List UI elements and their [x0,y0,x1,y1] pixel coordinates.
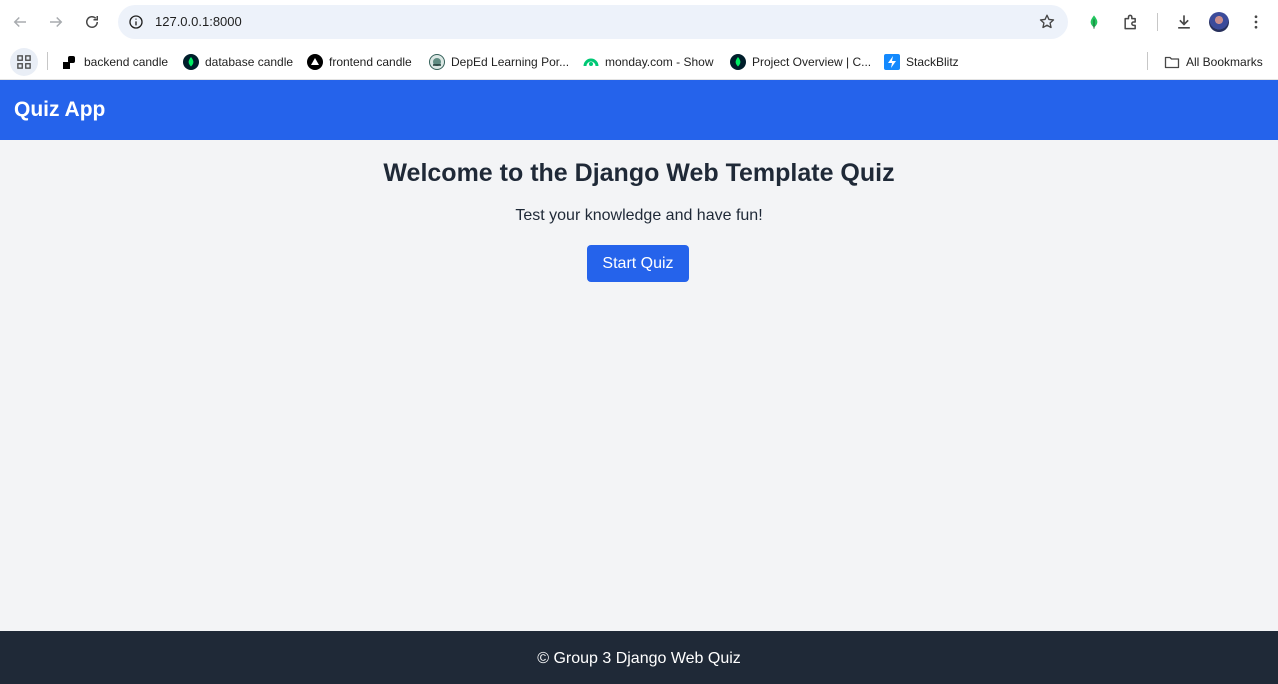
address-bar[interactable]: 127.0.0.1:8000 [118,5,1068,39]
app-header: Quiz App [0,80,1278,140]
bookmarks-bar: backend candle database candle frontend … [0,44,1278,80]
all-bookmarks-button[interactable]: All Bookmarks [1164,50,1263,74]
mongodb-extension-icon[interactable] [1083,11,1105,33]
arrow-left-icon [13,16,26,28]
bookmark-star-icon[interactable] [1038,13,1056,31]
forward-button[interactable] [42,8,70,36]
url-text[interactable]: 127.0.0.1:8000 [155,14,242,29]
bookmarks-divider [47,52,48,70]
bookmark-label: backend candle [84,55,169,69]
folder-icon [1164,54,1180,70]
bookmark-stackblitz[interactable]: StackBlitz [884,50,959,74]
mongodb-leaf-icon [183,54,199,70]
toolbar-divider [1157,13,1158,31]
bookmark-database-candle[interactable]: database candle [183,50,293,74]
mongodb-leaf-icon [730,54,746,70]
bookmark-label: StackBlitz [906,55,959,69]
triangle-logo-icon [307,54,323,70]
bookmark-label: database candle [205,55,294,69]
reload-icon [86,16,98,28]
monday-logo-icon [583,54,599,70]
bookmark-project-overview[interactable]: Project Overview | C... [730,50,871,74]
footer: © Group 3 Django Web Quiz [0,631,1278,684]
candle-logo-icon [62,54,78,70]
all-bookmarks-label: All Bookmarks [1186,55,1263,69]
bookmark-monday[interactable]: monday.com - Show [583,50,714,74]
start-quiz-button[interactable]: Start Quiz [587,245,689,282]
back-button[interactable] [6,8,34,36]
stackblitz-bolt-icon [884,54,900,70]
extensions-puzzle-icon[interactable] [1120,11,1142,33]
bookmark-deped-learning[interactable]: DepEd Learning Por... [429,50,569,74]
deped-seal-icon [429,54,445,70]
bookmark-label: frontend candle [329,55,412,69]
app-title[interactable]: Quiz App [14,98,105,122]
bookmark-label: monday.com - Show [605,55,714,69]
footer-copyright: © Group 3 Django Web Quiz [537,650,741,667]
arrow-right-icon [50,16,63,28]
bookmark-backend-candle[interactable]: backend candle [62,50,168,74]
bookmark-frontend-candle[interactable]: frontend candle [307,50,412,74]
site-info-icon[interactable] [126,12,146,32]
bookmark-label: DepEd Learning Por... [451,55,570,69]
bookmark-label: Project Overview | C... [752,55,872,69]
download-icon[interactable] [1173,11,1195,33]
tagline: Test your knowledge and have fun! [515,207,763,224]
kebab-menu-icon[interactable] [1245,11,1267,33]
bookmarks-divider [1147,52,1148,70]
profile-avatar[interactable] [1209,12,1229,32]
reload-button[interactable] [78,8,106,36]
browser-toolbar: 127.0.0.1:8000 [0,0,1278,44]
page-title: Welcome to the Django Web Template Quiz [383,159,895,187]
apps-grid-icon[interactable] [10,48,38,76]
main-content: Welcome to the Django Web Template Quiz … [0,140,1278,631]
